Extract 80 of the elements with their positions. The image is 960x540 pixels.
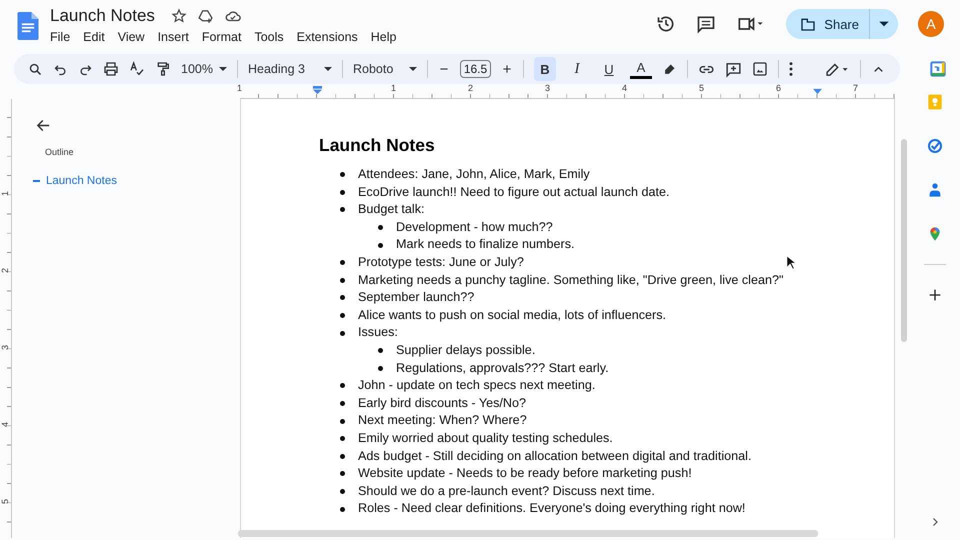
zoom-dropdown[interactable]: 100% — [181, 62, 227, 76]
ruler-number: 3 — [545, 83, 550, 93]
menu-item[interactable]: Insert — [156, 28, 194, 46]
ruler-number: 2 — [1, 267, 10, 275]
tasks-icon[interactable] — [927, 138, 943, 154]
increase-font-size-button[interactable]: + — [501, 60, 513, 78]
menu-item[interactable]: Format — [200, 28, 246, 46]
bullet-item: Budget talk: — [319, 201, 894, 219]
back-arrow-icon[interactable] — [35, 117, 52, 134]
ruler-number: 2 — [468, 83, 474, 93]
menu-item[interactable]: Edit — [82, 28, 110, 46]
sub-bullet-item: Supplier delays possible. — [319, 342, 894, 360]
star-icon[interactable] — [170, 8, 187, 24]
menu-item[interactable]: Extensions — [296, 28, 363, 46]
bullet-item: Alice wants to push on social media, lots of influencers. — [319, 306, 894, 324]
bullet-item: Prototype tests: June or July? — [319, 254, 894, 272]
scrollbar-thumb[interactable] — [901, 139, 907, 342]
ruler-number: 4 — [622, 83, 628, 93]
share-caret-icon[interactable] — [869, 9, 898, 39]
ruler-number: 5 — [1, 498, 10, 506]
bullet-item: John - update on tech specs next meeting. — [319, 377, 894, 395]
indent-marker-icon[interactable] — [812, 88, 823, 95]
paint-roller-icon[interactable] — [155, 61, 171, 77]
bullet-item: Should we do a pre-launch event? Discuss next time. — [319, 482, 894, 500]
sub-bullet-item: Development - how much?? — [319, 218, 894, 236]
bullet-item: Next meeting: When? Where? — [319, 412, 894, 430]
indent-marker-icon[interactable] — [312, 86, 323, 95]
bullet-item: Attendees: Jane, John, Alice, Mark, Emily — [319, 166, 894, 184]
more-options-icon[interactable] — [789, 61, 793, 77]
add-icon[interactable] — [927, 287, 943, 303]
bullet-item: September launch?? — [319, 289, 894, 307]
decrease-font-size-button[interactable]: − — [438, 60, 450, 78]
add-comment-icon[interactable] — [725, 60, 742, 78]
print-icon[interactable] — [103, 61, 119, 77]
ruler-number: 6 — [776, 83, 782, 93]
pencil-icon[interactable] — [824, 60, 850, 78]
ruler-number: 1 — [1, 190, 10, 198]
menu-item[interactable]: View — [116, 28, 150, 46]
search-icon[interactable] — [28, 62, 43, 76]
format-button[interactable]: A — [630, 59, 652, 79]
bullet-item: Website update - Needs to be ready before marketing push! — [319, 465, 894, 483]
share-button[interactable]: Share — [786, 9, 869, 39]
horizontal-scrollbar[interactable] — [238, 530, 818, 537]
image-icon[interactable] — [752, 61, 768, 77]
bullet-item: Early bird discounts - Yes/No? — [319, 394, 894, 412]
bullet-item: Issues: — [319, 324, 894, 342]
calendar-icon[interactable] — [930, 61, 946, 77]
bullet-item: EcoDrive launch!! Need to figure out actual launch date. — [319, 184, 894, 202]
ruler-number: 7 — [853, 83, 858, 93]
outline-item[interactable]: Launch Notes — [33, 175, 117, 187]
highlighter-icon[interactable] — [662, 62, 677, 76]
sub-bullet-item: Regulations, approvals??? Start early. — [319, 360, 894, 378]
ruler-number: 5 — [699, 83, 704, 93]
style-dropdown[interactable]: Heading 3 — [248, 62, 332, 76]
menu-item[interactable]: File — [49, 28, 76, 46]
format-button[interactable]: B — [534, 57, 556, 81]
mouse-pointer-icon — [786, 255, 796, 270]
format-button[interactable]: U — [598, 57, 620, 81]
document-title[interactable]: Launch Notes — [50, 6, 155, 26]
history-icon[interactable] — [656, 14, 676, 34]
ruler-number: 3 — [1, 344, 10, 352]
contacts-icon[interactable] — [927, 182, 943, 198]
sub-bullet-item: Mark needs to finalize numbers. — [319, 236, 894, 254]
format-button[interactable]: I — [566, 57, 588, 81]
bullet-item: Marketing needs a punchy tagline. Something like, "Drive green, live clean?" — [319, 272, 894, 290]
document-heading: Launch Notes — [319, 135, 436, 156]
bullet-item: Ads budget - Still deciding on allocation between digital and traditional. — [319, 448, 894, 466]
font-dropdown[interactable]: Roboto — [353, 62, 417, 76]
bullet-item: Emily worried about quality testing schedules. — [319, 430, 894, 448]
menu-item[interactable]: Help — [370, 28, 402, 46]
ruler-number: 1 — [237, 83, 242, 93]
ruler-number: 1 — [391, 83, 396, 93]
bullet-item: Roles - Need clear definitions. Everyone's doing everything right now! — [319, 500, 894, 518]
menu-item[interactable]: Tools — [253, 28, 289, 46]
font-size-field[interactable]: 16.5 — [460, 60, 491, 78]
spellcheck-icon[interactable] — [129, 61, 145, 77]
docs-logo-icon[interactable] — [17, 12, 39, 40]
ruler-number: 4 — [1, 421, 10, 429]
outline-title: Outline — [45, 147, 74, 157]
comment-icon[interactable] — [696, 14, 716, 34]
